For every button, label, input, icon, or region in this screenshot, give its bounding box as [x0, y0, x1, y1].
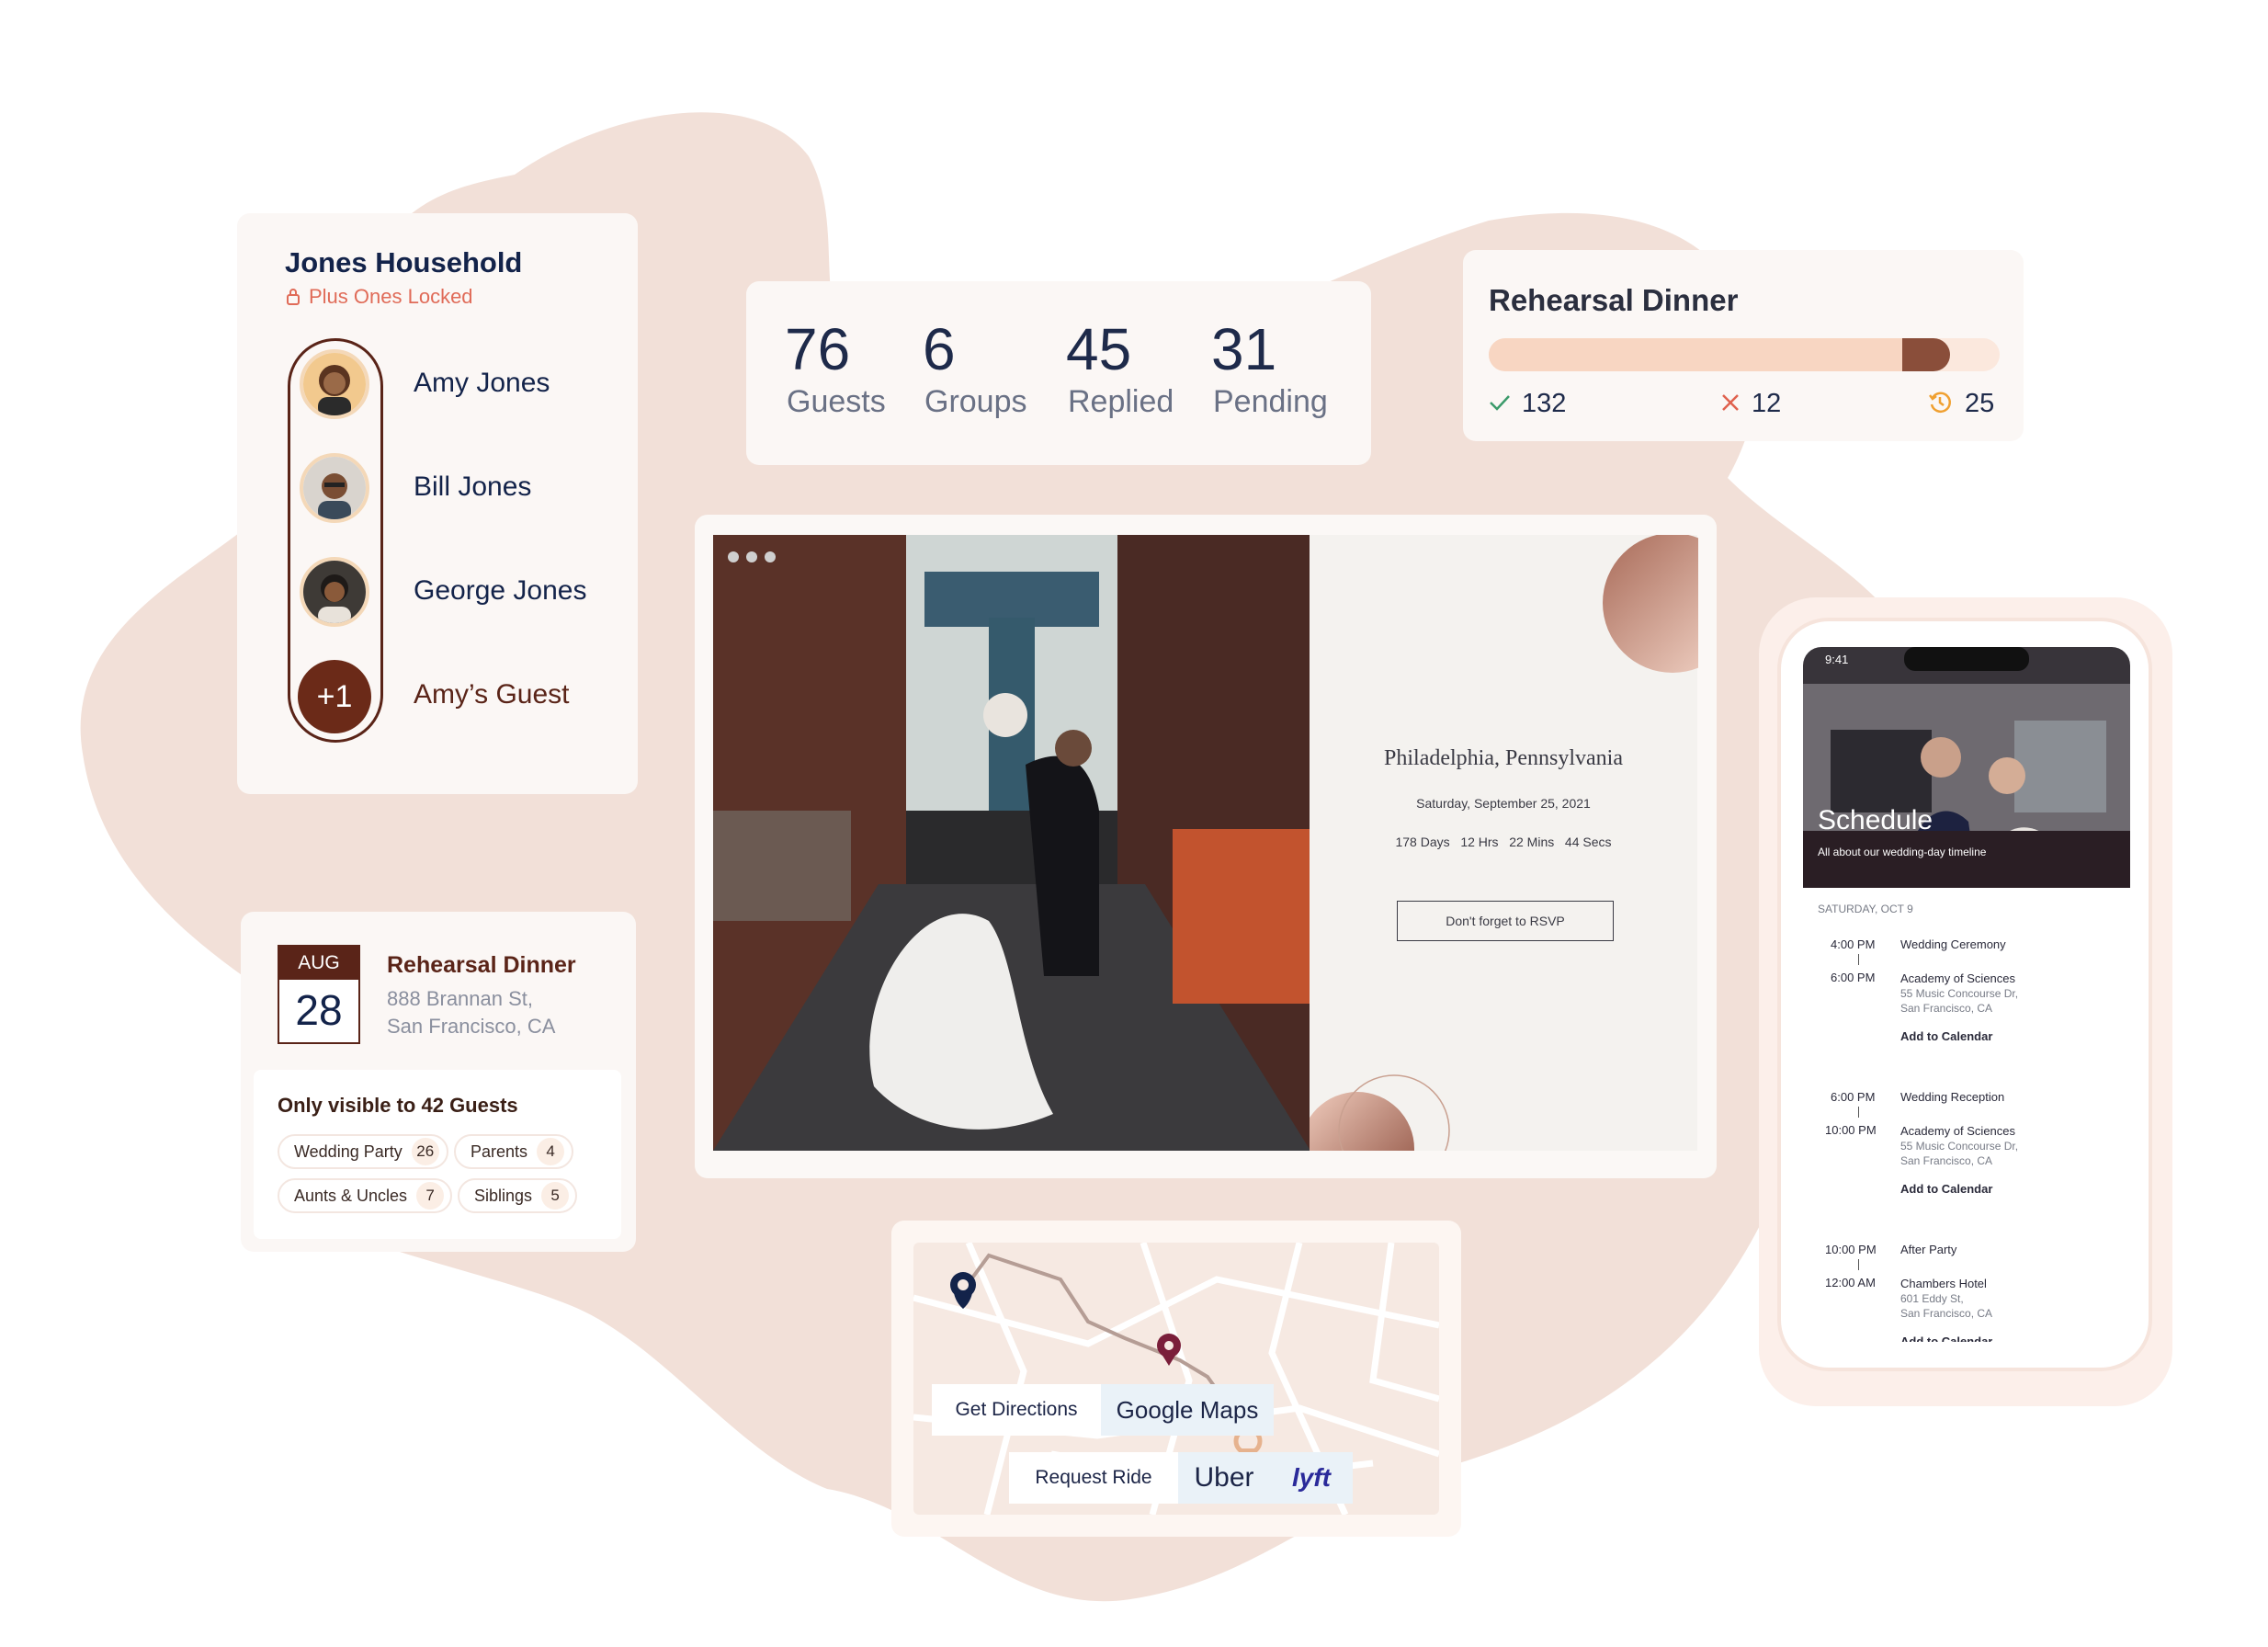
calendar-date-badge: AUG 28 — [278, 945, 360, 1044]
event-name: After Party — [1900, 1243, 1957, 1256]
event-address: San Francisco, CA — [1900, 1002, 1993, 1015]
group-name: Wedding Party — [294, 1142, 403, 1161]
check-icon — [1490, 395, 1510, 411]
event-start-time: 4:00 PM — [1831, 937, 1876, 951]
countdown-days: 178 Days — [1395, 835, 1450, 849]
countdown-hours: 12 Hrs — [1460, 835, 1499, 849]
time-divider — [1858, 954, 1859, 965]
household-title: Jones Household — [285, 246, 523, 278]
member-name[interactable]: Bill Jones — [414, 471, 531, 503]
x-icon — [1722, 394, 1739, 411]
time-divider — [1858, 1259, 1859, 1270]
add-to-calendar-link[interactable]: Add to Calendar — [1900, 1182, 1992, 1196]
schedule-hero-title: Schedule — [1818, 805, 1933, 835]
calendar-month: AUG — [279, 947, 358, 980]
event-address: 55 Music Concourse Dr, — [1900, 987, 2019, 1000]
accepted-count: 132 — [1522, 389, 1567, 418]
countdown-mins: 22 Mins — [1509, 835, 1555, 849]
event-end-time: 12:00 AM — [1825, 1276, 1876, 1289]
avatar-amy — [300, 349, 369, 419]
event-address: 601 Eddy St, — [1900, 1292, 1964, 1305]
rsvp-button[interactable]: Don't forget to RSVP — [1397, 901, 1614, 941]
stat-groups-label: Groups — [924, 384, 1027, 419]
event-address-line2: San Francisco, CA — [387, 1015, 556, 1038]
stat-pending-label: Pending — [1213, 384, 1328, 419]
declined-count: 12 — [1752, 389, 1782, 418]
decorative-circle — [1603, 535, 1698, 673]
event-name: Wedding Ceremony — [1900, 937, 2006, 951]
event-start-time: 6:00 PM — [1831, 1090, 1876, 1104]
clock-history-icon — [1929, 392, 1951, 414]
guest-name[interactable]: Amy’s Guest — [414, 679, 570, 710]
avatar-bill — [300, 453, 369, 523]
group-name: Siblings — [474, 1186, 533, 1205]
rsvp-progress-fill — [1489, 338, 1948, 371]
event-venue: Academy of Sciences — [1900, 1124, 2016, 1138]
stat-replied-label: Replied — [1068, 384, 1174, 419]
add-to-calendar-link[interactable]: Add to Calendar — [1900, 1029, 1992, 1043]
group-count: 7 — [416, 1182, 445, 1210]
rehearsal-summary-title: Rehearsal Dinner — [1489, 283, 1739, 317]
event-end-time: 6:00 PM — [1831, 971, 1876, 984]
event-venue: Academy of Sciences — [1900, 971, 2016, 985]
schedule-hero-subtitle: All about our wedding-day timeline — [1818, 846, 1987, 858]
invite-location: Philadelphia, Pennsylvania — [1384, 746, 1623, 770]
member-name[interactable]: Amy Jones — [414, 368, 550, 399]
event-end-time: 10:00 PM — [1825, 1123, 1877, 1137]
group-chip-aunts-uncles[interactable]: Aunts & Uncles 7 — [278, 1178, 452, 1213]
event-venue: Chambers Hotel — [1900, 1277, 1987, 1290]
uber-button[interactable]: Uber — [1178, 1452, 1270, 1504]
status-time: 9:41 — [1825, 653, 1849, 666]
calendar-day: 28 — [295, 986, 343, 1034]
pending-count: 25 — [1965, 389, 1995, 418]
plus-ones-locked-label: Plus Ones Locked — [309, 285, 473, 308]
event-address-line1: 888 Brannan St, — [387, 987, 534, 1010]
group-chip-siblings[interactable]: Siblings 5 — [458, 1178, 577, 1213]
phone-device: 9:41 Schedule All about our wedding-day … — [1781, 621, 2149, 1368]
add-to-calendar-link[interactable]: Add to Calendar — [1900, 1335, 1992, 1342]
event-address: 55 Music Concourse Dr, — [1900, 1140, 2019, 1153]
google-maps-button[interactable]: Google Maps — [1101, 1384, 1274, 1436]
schedule-day-label: SATURDAY, OCT 9 — [1818, 903, 1913, 915]
stat-replied-value: 45 — [1066, 316, 1132, 382]
event-address: San Francisco, CA — [1900, 1307, 1993, 1320]
visibility-label: Only visible to 42 Guests — [278, 1094, 518, 1117]
decorative-semicircle — [1310, 1074, 1450, 1151]
group-count: 4 — [537, 1138, 565, 1165]
rsvp-progress-declined — [1902, 338, 1950, 371]
time-divider — [1858, 1107, 1859, 1118]
group-name: Parents — [471, 1142, 528, 1161]
event-start-time: 10:00 PM — [1825, 1243, 1877, 1256]
stat-pending-value: 31 — [1211, 316, 1277, 382]
lyft-button[interactable]: lyft — [1270, 1452, 1353, 1504]
lock-icon — [287, 289, 300, 305]
stat-guests-label: Guests — [787, 384, 886, 419]
countdown-secs: 44 Secs — [1564, 835, 1612, 849]
countdown: 178 Days 12 Hrs 22 Mins 44 Secs — [1310, 835, 1697, 849]
group-chip-parents[interactable]: Parents 4 — [454, 1134, 573, 1169]
event-address: San Francisco, CA — [1900, 1154, 1993, 1167]
event-title: Rehearsal Dinner — [387, 952, 576, 978]
invite-date: Saturday, September 25, 2021 — [1416, 796, 1591, 811]
wedding-photo — [713, 535, 1310, 1151]
member-name[interactable]: George Jones — [414, 575, 586, 607]
group-count: 5 — [541, 1182, 570, 1210]
avatar-george — [300, 557, 369, 627]
plus-one-avatar: +1 — [298, 660, 371, 733]
request-ride-button[interactable]: Request Ride — [1009, 1452, 1178, 1504]
group-count: 26 — [411, 1138, 439, 1165]
event-name: Wedding Reception — [1900, 1090, 2005, 1104]
stat-guests-value: 76 — [785, 316, 851, 382]
group-name: Aunts & Uncles — [294, 1186, 408, 1205]
group-chip-wedding-party[interactable]: Wedding Party 26 — [278, 1134, 448, 1169]
stat-groups-value: 6 — [923, 316, 956, 382]
get-directions-button[interactable]: Get Directions — [932, 1384, 1101, 1436]
